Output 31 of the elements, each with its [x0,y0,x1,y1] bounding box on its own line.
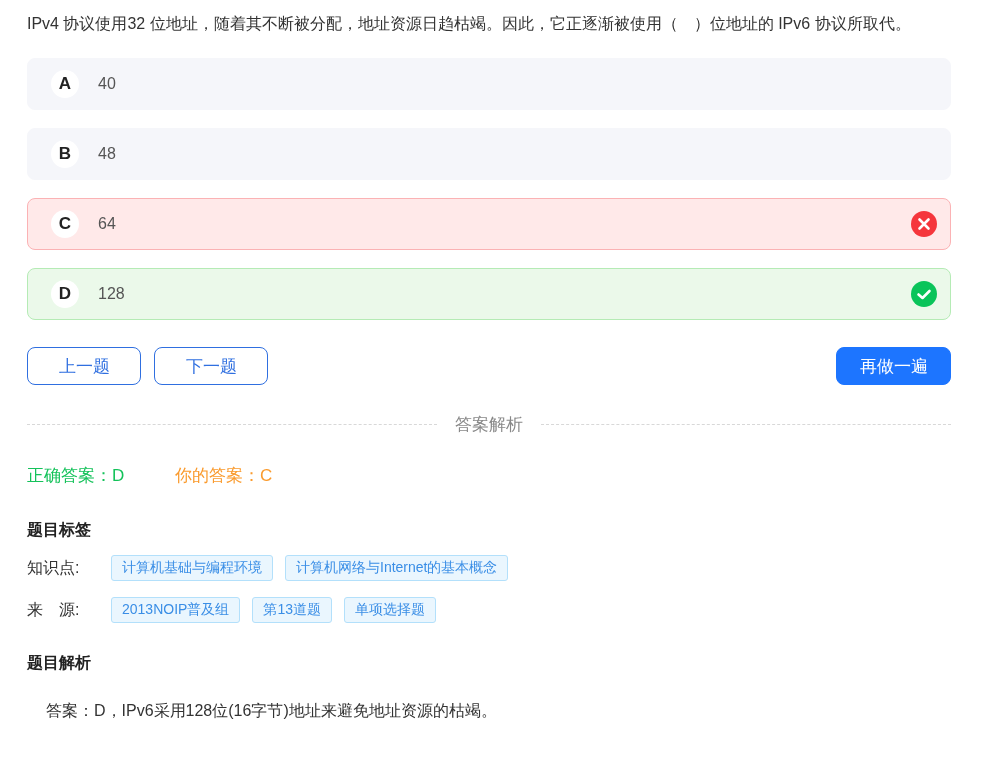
option-text: 128 [98,285,126,303]
question-text: IPv4 协议使用32 位地址，随着其不断被分配，地址资源日趋枯竭。因此，它正逐渐被使用（ ）位地址的 IPv6 协议所取代。 [27,14,912,34]
option-text: 48 [98,145,117,163]
tag-row-label: 知识点: [27,557,81,578]
check-icon [911,281,937,307]
tag[interactable]: 单项选择题 [343,597,436,623]
option-row[interactable]: D 128 [27,268,951,320]
section-title: 题目标签 [27,520,92,540]
tag[interactable]: 计算机网络与Internet的基本概念 [285,555,509,581]
analysis-text: 答案：D，IPv6采用128位(16字节)地址来避免地址资源的枯竭。 [46,701,498,721]
option-letter: A [51,70,79,98]
option-row[interactable]: B 48 [27,128,951,180]
option-letter: C [51,210,79,238]
tag[interactable]: 计算机基础与编程环境 [111,555,273,581]
your-answer: 你的答案：C [175,465,273,487]
redo-button[interactable]: 再做一遍 [836,347,951,385]
nav-button[interactable]: 下一题 [154,347,268,385]
correct-answer: 正确答案：D [27,465,126,487]
option-row[interactable]: C 64 [27,198,951,250]
option-letter: B [51,140,79,168]
option-text: 64 [98,215,117,233]
option-letter: D [51,280,79,308]
error-icon [911,211,937,237]
divider-label: 答案解析 [454,414,524,436]
tag-row-label: 来 源: [27,599,81,620]
tag[interactable]: 2013NOIP普及组 [111,597,241,623]
tag[interactable]: 第13道题 [252,597,332,623]
option-row[interactable]: A 40 [27,58,951,110]
nav-button[interactable]: 上一题 [27,347,141,385]
option-text: 40 [98,75,117,93]
section-title: 题目解析 [27,653,92,673]
